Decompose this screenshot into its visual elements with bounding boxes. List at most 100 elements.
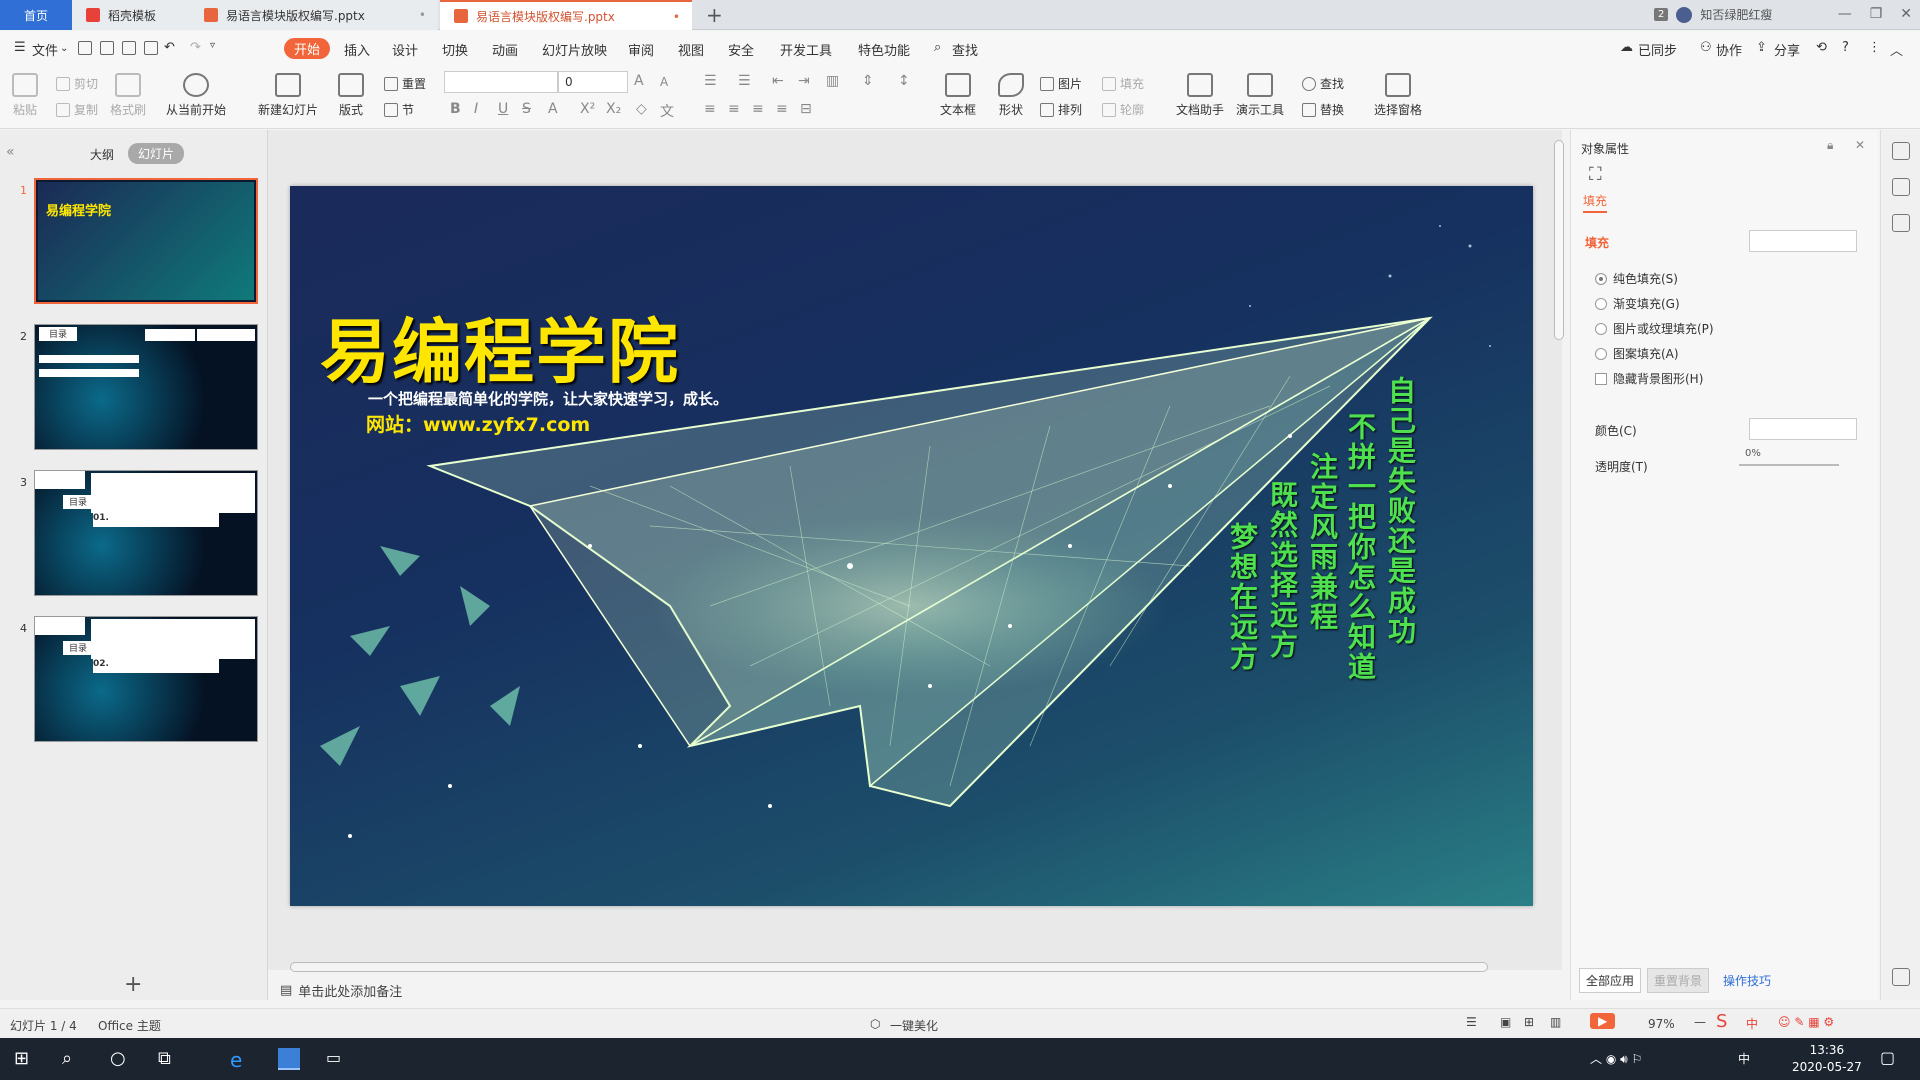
system-tray-icons[interactable]: ︿ ◉ 🔊︎ ⚐ <box>1590 1050 1642 1067</box>
slide-verse-4[interactable]: 既然选择远方 <box>1262 480 1302 660</box>
search-icon[interactable]: ⌕ <box>934 40 941 55</box>
bold-icon[interactable]: B <box>450 101 461 117</box>
menu-file[interactable]: 文件 <box>32 40 58 59</box>
horizontal-scrollbar[interactable] <box>290 962 1488 972</box>
reset-button[interactable]: 重置 <box>384 75 426 92</box>
normal-view-icon[interactable]: ▣ <box>1500 1015 1511 1029</box>
user-name[interactable]: 知否绿肥红瘦 <box>1700 6 1772 23</box>
input-language[interactable]: 中 <box>1738 1050 1750 1067</box>
menu-insert[interactable]: 插入 <box>344 40 370 59</box>
cloud-sync-icon[interactable]: ☁ <box>1620 40 1633 55</box>
collapse-panel-icon[interactable]: « <box>6 144 15 160</box>
fill-section-header[interactable]: 填充 <box>1585 234 1609 251</box>
tab-home[interactable]: 首页 <box>0 0 72 30</box>
line-spacing-icon[interactable]: ↕ <box>898 73 910 89</box>
zoom-out-icon[interactable]: — <box>1694 1015 1706 1029</box>
slide-subtitle[interactable]: 一个把编程最简单化的学院，让大家快速学习，成长。 <box>368 388 728 409</box>
new-tab-button[interactable]: + <box>706 3 723 27</box>
tab-outline[interactable]: 大纲 <box>90 146 114 163</box>
italic-icon[interactable]: I <box>474 101 478 117</box>
edge-browser-icon[interactable]: e <box>230 1048 252 1072</box>
menu-special[interactable]: 特色功能 <box>858 40 910 59</box>
menu-hamburger-icon[interactable]: ☰ <box>14 40 26 55</box>
clock[interactable]: 13:36 2020-05-27 <box>1792 1042 1862 1076</box>
slide-thumbnail-4[interactable]: 目录 02. <box>34 616 258 742</box>
tab-document-active[interactable]: 易语言模块版权编写.pptx • <box>440 0 692 30</box>
slide-verse-2[interactable]: 不拼一把你怎么知道 <box>1340 412 1380 682</box>
help-icon[interactable]: ? <box>1842 40 1849 55</box>
fill-button[interactable]: 填充 <box>1102 75 1144 92</box>
font-color-icon[interactable]: A <box>548 101 558 117</box>
grid-icon[interactable] <box>1892 968 1910 986</box>
tab-docer-templates[interactable]: 稻壳模板 <box>72 0 190 30</box>
presentation-tools-button[interactable]: 演示工具 <box>1236 73 1284 118</box>
align-center-icon[interactable]: ≡ <box>728 101 740 117</box>
paste-button[interactable]: 粘贴 <box>12 73 38 118</box>
play-slideshow-button[interactable]: ▶ <box>1590 1013 1616 1029</box>
copy-button[interactable]: 复制 <box>56 101 98 118</box>
theme-name[interactable]: Office 主题 <box>98 1017 161 1034</box>
decrease-indent-icon[interactable]: ⇤ <box>772 73 784 89</box>
search-icon[interactable]: ⌕ <box>62 1048 84 1070</box>
pin-icon[interactable] <box>1892 178 1910 196</box>
decrease-font-icon[interactable]: A <box>660 75 668 89</box>
format-painter-button[interactable]: 格式刷 <box>110 73 146 118</box>
tab-fill[interactable]: 填充 <box>1583 192 1608 213</box>
minimize-icon[interactable]: — <box>1838 6 1852 22</box>
vertical-scrollbar[interactable] <box>1554 140 1564 340</box>
collab-icon[interactable]: ⚇ <box>1700 40 1712 55</box>
menu-developer[interactable]: 开发工具 <box>780 40 832 59</box>
section-button[interactable]: 节 <box>384 101 414 118</box>
selection-pane-button[interactable]: 选择窗格 <box>1374 73 1422 118</box>
properties-icon[interactable] <box>1892 142 1910 160</box>
tab-slides[interactable]: 幻灯片 <box>128 143 185 164</box>
option-pattern-fill[interactable]: 图案填充(A) <box>1595 345 1679 362</box>
menu-view[interactable]: 视图 <box>678 40 704 59</box>
share-icon[interactable]: ⇪ <box>1756 40 1767 55</box>
transparency-slider[interactable] <box>1739 464 1839 466</box>
outline-button[interactable]: 轮廓 <box>1102 101 1144 118</box>
play-from-current-button[interactable]: 从当前开始 <box>166 73 226 118</box>
underline-icon[interactable]: U <box>498 101 508 117</box>
textbox-button[interactable]: 文本框 <box>940 73 976 118</box>
notes-toggle-icon[interactable]: ☰ <box>1466 1015 1477 1029</box>
justify-icon[interactable]: ≡ <box>776 101 788 117</box>
new-slide-button[interactable]: 新建幻灯片 <box>258 73 318 118</box>
option-hide-background[interactable]: 隐藏背景图形(H) <box>1595 370 1703 387</box>
slide-canvas[interactable]: 易编程学院 一个把编程最简单化的学院，让大家快速学习，成长。 网站：www.zy… <box>290 186 1533 906</box>
tips-link[interactable]: 操作技巧 <box>1723 972 1771 989</box>
slide-verse-3[interactable]: 注定风雨兼程 <box>1302 452 1342 632</box>
undo-icon[interactable]: ↶ <box>164 40 175 55</box>
align-left-icon[interactable]: ≡ <box>704 101 716 117</box>
slide-website[interactable]: 网站：www.zyfx7.com <box>366 410 590 437</box>
layout-button[interactable]: 版式 <box>338 73 364 118</box>
lock-icon[interactable]: 🔒︎ <box>1827 138 1833 153</box>
bullet-list-icon[interactable]: ☰ <box>704 73 717 89</box>
beautify-icon[interactable]: ⬡ <box>870 1017 880 1031</box>
print-icon[interactable] <box>122 41 136 55</box>
share-button[interactable]: 分享 <box>1774 40 1800 59</box>
print-preview-icon[interactable] <box>144 41 158 55</box>
reset-background-button[interactable]: 重置背景 <box>1647 968 1710 993</box>
camera-app-icon[interactable]: ▭ <box>326 1048 348 1070</box>
collab-button[interactable]: 协作 <box>1716 40 1742 59</box>
doc-assistant-button[interactable]: 文档助手 <box>1176 73 1224 118</box>
ime-mode-icon[interactable]: 中 <box>1746 1015 1758 1032</box>
text-direction-icon[interactable]: ⇕ <box>862 73 874 89</box>
superscript-icon[interactable]: X² <box>580 101 595 117</box>
user-area[interactable]: 2 知否绿肥红瘦 <box>1654 6 1772 23</box>
option-picture-fill[interactable]: 图片或纹理填充(P) <box>1595 320 1714 337</box>
slide-verse-1[interactable]: 自己是失败还是成功 <box>1380 376 1420 646</box>
copy-icon[interactable] <box>1892 214 1910 232</box>
phonetic-icon[interactable]: 文 <box>660 101 674 121</box>
menu-review[interactable]: 审阅 <box>628 40 654 59</box>
redo-icon[interactable]: ↷ <box>190 40 201 55</box>
menu-transition[interactable]: 切换 <box>442 40 468 59</box>
font-size-select[interactable]: 0 <box>558 71 628 93</box>
notification-badge[interactable]: 2 <box>1654 8 1669 21</box>
tab-close-icon[interactable]: • <box>419 8 426 22</box>
slide-thumbnail-2[interactable]: 目录 <box>34 324 258 450</box>
font-name-select[interactable] <box>444 71 558 93</box>
menu-slideshow[interactable]: 幻灯片放映 <box>542 40 607 59</box>
option-solid-fill[interactable]: 纯色填充(S) <box>1595 270 1678 287</box>
